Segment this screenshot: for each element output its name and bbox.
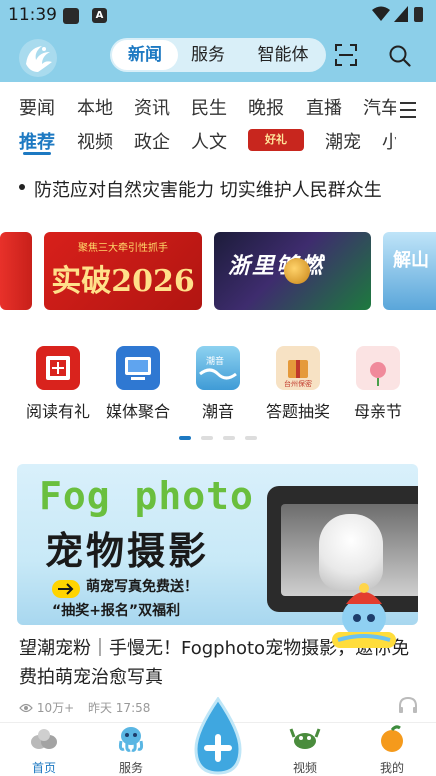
category-bendi[interactable]: 本地 [77,94,113,120]
article-time: 昨天 17:58 [87,701,151,715]
nav-label: 视频 [292,761,317,775]
service-read-reward[interactable]: 阅读有礼 [18,346,98,422]
ticker-text: 防范应对自然灾害能力 切实维护人民群众生 [34,180,382,201]
nav-home[interactable]: 首页 [14,723,74,776]
promo-line-1: 萌宠写真免费送！ [86,579,198,595]
category-qiche[interactable]: 汽车 [363,94,396,120]
tab-services[interactable]: 服务 [180,40,236,70]
category-chaochong[interactable]: 潮宠 [325,128,361,154]
banner-card-tupo[interactable]: 聚焦三大牵引性抓手 实破2026 [44,232,202,310]
water-drop-plus-icon [194,696,242,775]
service-quiz[interactable]: 台州保密 答题抽奖 [258,346,338,422]
cover-title-cn: 宠物摄影 [45,528,210,573]
orange-icon [381,725,403,752]
cell-signal-icon [394,6,408,22]
nav-video[interactable]: 视频 [275,723,335,776]
category-shipin[interactable]: 视频 [77,128,113,154]
status-bar: 11:39 A [0,0,436,30]
article-meta: 10万+ 昨天 17:58 [19,699,150,716]
category-tuijian[interactable]: 推荐 [19,128,55,154]
banner-subtitle: 聚焦三大牵引性抓手 [78,243,168,254]
service-label: 答题抽奖 [265,402,330,421]
tab-news[interactable]: 新闻 [112,40,178,70]
status-time: 11:39 [8,5,57,25]
category-renwen[interactable]: 人文 [191,128,227,154]
promo-line-2: “抽奖+报名”双福利 [52,603,181,619]
category-zhengqi[interactable]: 政企 [134,128,170,154]
service-label: 母亲节 [353,402,402,421]
tab-agent[interactable]: 智能体 [244,40,322,70]
banner-title: 实破2026 [51,264,195,299]
nav-label: 服务 [118,761,143,775]
active-category-indicator [23,152,51,155]
app-logo-icon[interactable] [18,38,58,78]
mothers-day-icon [356,346,400,390]
ticker-bullet-icon [19,184,25,190]
scan-icon[interactable] [335,44,357,66]
banner-card-partial-right[interactable]: 解山 [383,232,436,310]
search-icon[interactable] [389,45,411,67]
service-mothers-day[interactable]: 母亲节 [338,346,418,422]
app-header: 11:39 A 新闻 服务 智能体 [0,0,436,82]
category-wanbao[interactable]: 晚报 [248,94,284,120]
category-zixun[interactable]: 资讯 [134,94,170,120]
home-eggs-icon [31,729,57,749]
football-icon [284,258,310,284]
category-zhibo[interactable]: 直播 [306,94,342,120]
svg-text:台州保密: 台州保密 [284,379,312,388]
nav-profile[interactable]: 我的 [362,723,422,776]
headline-ticker[interactable]: 防范应对自然灾害能力 切实维护人民群众生 [0,170,436,206]
view-eye-icon [19,703,33,713]
wave-icon: 潮音 [196,346,240,390]
banner-title: 浙里够燃 [228,254,325,279]
floating-mascot-icon[interactable] [328,582,400,652]
category-nav: 要闻 本地 资讯 民生 晚报 直播 汽车 推荐 视频 政企 人文 潮宠 小 [0,82,436,158]
cat-photo [319,514,383,590]
wifi-icon [372,6,390,21]
category-minsheng[interactable]: 民生 [191,94,227,120]
bottom-nav: 首页 服务 视频 我的 [0,696,436,776]
service-chaoyin[interactable]: 潮音 潮音 [178,346,258,422]
quiz-gift-icon: 台州保密 [276,346,320,390]
crab-icon [289,728,321,749]
pager-dot [245,436,257,440]
service-label: 潮音 [201,402,234,421]
service-label: 媒体聚合 [105,402,170,421]
headphones-icon[interactable] [398,696,418,714]
banner-card-partial-left[interactable] [0,232,32,310]
battery-icon [414,7,423,22]
cover-title-en: Fog photo [39,474,254,518]
pager-dot [223,436,235,440]
notification-a-icon: A [92,8,107,23]
pager-dot [201,436,213,440]
article-views: 10万+ [36,701,75,715]
cover-promo: 萌宠写真免费送！ “抽奖+报名”双福利 [52,576,252,620]
svg-text:潮音: 潮音 [206,355,224,367]
category-yaowen[interactable]: 要闻 [19,94,55,120]
top-tab-switcher: 新闻 服务 智能体 [110,38,326,72]
banner-card-football[interactable]: 浙里够燃 [214,232,371,310]
category-menu-icon[interactable] [400,102,416,123]
nav-label: 我的 [379,761,404,775]
nav-services[interactable]: 服务 [101,723,161,776]
service-label: 阅读有礼 [25,402,90,421]
banner-title: 解山 [393,250,429,271]
gift-category-badge[interactable]: 好礼 [248,129,304,151]
media-tv-icon [116,346,160,390]
service-media[interactable]: 媒体聚合 [98,346,178,422]
octopus-icon [118,727,144,752]
publish-button[interactable] [192,696,244,776]
nav-label: 首页 [31,761,56,775]
red-book-icon [36,346,80,390]
category-xiao[interactable]: 小 [382,128,396,154]
notification-square-icon [63,8,79,24]
app-screen: 11:39 A 新闻 服务 智能体 要闻 本地 资讯 民生 晚报 直播 汽车 推… [0,0,436,776]
pager-dot-active [179,436,191,440]
